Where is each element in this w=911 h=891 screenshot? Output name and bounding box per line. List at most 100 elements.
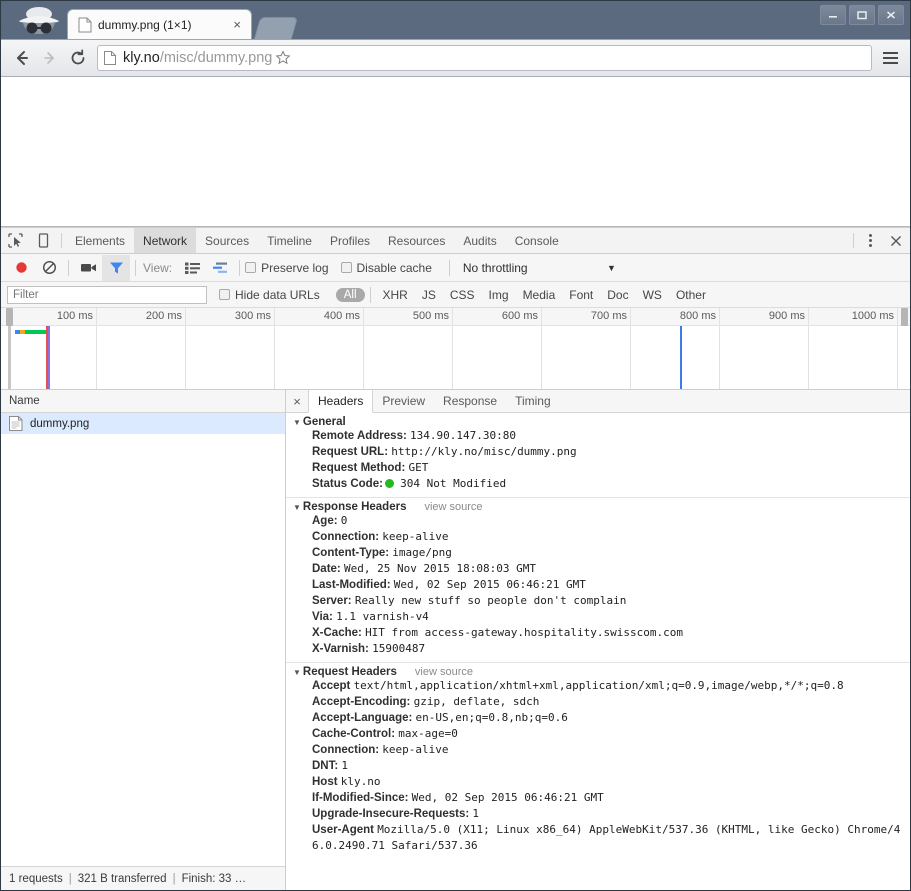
section-title-row[interactable]: ▼ Request Headers view source — [286, 666, 910, 678]
inspect-element-icon[interactable] — [1, 228, 29, 253]
record-button[interactable] — [7, 255, 35, 281]
devtools-tab-audits[interactable]: Audits — [454, 228, 505, 253]
devtools-close-icon[interactable] — [882, 228, 910, 253]
filter-type-media[interactable]: Media — [516, 288, 563, 302]
clear-button[interactable] — [35, 255, 63, 281]
network-overview-timeline[interactable]: 100 ms 200 ms 300 ms 400 ms 500 ms 600 m… — [1, 308, 910, 390]
status-sep-2: | — [172, 872, 176, 885]
collapse-triangle-icon[interactable]: ▼ — [293, 503, 301, 512]
capture-screenshots-camera-icon[interactable] — [74, 255, 102, 281]
header-row: Connection: keep-alive — [286, 742, 910, 758]
filter-funnel-icon[interactable] — [102, 254, 130, 281]
reload-button[interactable] — [65, 45, 91, 71]
header-row: Last-Modified: Wed, 02 Sep 2015 06:46:21… — [286, 577, 910, 593]
header-value: max-age=0 — [398, 727, 458, 740]
tab-close-icon[interactable]: × — [229, 18, 245, 31]
headers-section-response: ▼ Response Headers view source Age: 0 Con… — [286, 498, 910, 663]
filter-type-js[interactable]: JS — [415, 288, 443, 302]
header-row: Request Method: GET — [286, 460, 910, 476]
devtools-tab-timeline[interactable]: Timeline — [258, 228, 321, 253]
network-status-bar: 1 requests | 321 B transferred | Finish:… — [1, 866, 285, 890]
filter-divider — [369, 286, 371, 303]
tab-favicon-document-icon — [78, 17, 92, 33]
filter-type-all[interactable]: All — [335, 287, 365, 302]
header-value: Wed, 02 Sep 2015 06:46:21 GMT — [393, 578, 586, 591]
overview-request-bar-download — [25, 330, 46, 334]
header-row: Via: 1.1 varnish-v4 — [286, 609, 910, 625]
browser-tab[interactable]: dummy.png (1×1) × — [67, 9, 252, 39]
overview-window-handle-left[interactable] — [6, 308, 13, 326]
filter-type-xhr[interactable]: XHR — [376, 288, 415, 302]
request-row[interactable]: dummy.png — [1, 413, 285, 434]
devtools-tab-network[interactable]: Network — [134, 228, 197, 253]
view-list-icon[interactable] — [178, 255, 206, 281]
header-row: DNT: 1 — [286, 758, 910, 774]
page-viewport — [1, 77, 910, 227]
overview-window-handle-right[interactable] — [901, 308, 908, 326]
toolbar-divider — [61, 233, 62, 248]
header-row: Remote Address: 134.90.147.30:80 — [286, 428, 910, 444]
preserve-log-checkbox[interactable]: Preserve log — [245, 260, 329, 275]
overview-tick-label: 900 ms — [768, 310, 805, 322]
header-value: image/png — [392, 546, 452, 559]
devtools-tab-profiles[interactable]: Profiles — [321, 228, 379, 253]
header-name: If-Modified-Since: — [312, 792, 409, 804]
devtools-tab-console[interactable]: Console — [506, 228, 568, 253]
section-title-row[interactable]: ▼ Response Headers view source — [286, 501, 910, 513]
hide-data-urls-checkbox[interactable]: Hide data URLs — [219, 288, 320, 302]
header-row: Accept text/html,application/xhtml+xml,a… — [286, 678, 910, 694]
header-row: Date: Wed, 25 Nov 2015 18:08:03 GMT — [286, 561, 910, 577]
header-row: Status Code: 304 Not Modified — [286, 476, 910, 492]
collapse-triangle-icon[interactable]: ▼ — [293, 418, 301, 427]
collapse-triangle-icon[interactable]: ▼ — [293, 668, 301, 677]
address-bar[interactable]: kly.no/misc/dummy.png — [97, 45, 872, 71]
filter-input[interactable] — [7, 285, 207, 304]
headers-body: ▼ General Remote Address: 134.90.147.30:8… — [286, 413, 910, 890]
device-toolbar-icon[interactable] — [29, 228, 57, 253]
preserve-log-label: Preserve log — [261, 260, 329, 275]
filter-type-ws[interactable]: WS — [636, 288, 669, 302]
filter-type-font[interactable]: Font — [562, 288, 600, 302]
header-name: Content-Type: — [312, 547, 390, 559]
chrome-menu-button[interactable] — [878, 52, 902, 64]
details-tab-preview[interactable]: Preview — [373, 390, 434, 412]
filter-type-other[interactable]: Other — [669, 288, 713, 302]
header-row: Server: Really new stuff so people don't… — [286, 593, 910, 609]
view-waterfall-icon[interactable] — [206, 255, 234, 281]
section-title-row[interactable]: ▼ General — [286, 416, 910, 428]
control-divider-1 — [68, 259, 69, 276]
maximize-button[interactable] — [849, 5, 875, 25]
header-value: Mozilla/5.0 (X11; Linux x86_64) AppleWeb… — [312, 823, 901, 852]
devtools-tab-elements[interactable]: Elements — [66, 228, 134, 253]
details-tab-response[interactable]: Response — [434, 390, 506, 412]
header-value: 15900487 — [372, 642, 426, 655]
devtools-tab-resources[interactable]: Resources — [379, 228, 454, 253]
header-name: Request Method: — [312, 462, 406, 474]
header-name: Status Code: — [312, 478, 383, 490]
details-close-icon[interactable]: × — [286, 390, 308, 412]
filter-type-css[interactable]: CSS — [443, 288, 482, 302]
filter-type-img[interactable]: Img — [482, 288, 516, 302]
details-tab-timing[interactable]: Timing — [506, 390, 560, 412]
disable-cache-checkbox[interactable]: Disable cache — [340, 261, 432, 275]
view-source-link[interactable]: view source — [415, 666, 473, 678]
overview-window-edge-left[interactable] — [8, 326, 11, 389]
bookmark-star-icon[interactable] — [272, 50, 294, 66]
view-source-link[interactable]: view source — [424, 501, 482, 513]
devtools-more-options-icon[interactable] — [858, 228, 882, 253]
close-button[interactable] — [878, 5, 904, 25]
new-tab-button[interactable] — [253, 17, 299, 39]
header-name: Age: — [312, 515, 338, 527]
header-name: Server: — [312, 595, 352, 607]
header-row: Age: 0 — [286, 513, 910, 529]
filter-type-doc[interactable]: Doc — [600, 288, 635, 302]
header-row: Connection: keep-alive — [286, 529, 910, 545]
request-list[interactable]: dummy.png — [1, 413, 285, 866]
details-tab-headers[interactable]: Headers — [308, 390, 374, 413]
forward-button — [37, 45, 63, 71]
devtools-tab-sources[interactable]: Sources — [196, 228, 258, 253]
back-button[interactable] — [9, 45, 35, 71]
throttling-dropdown[interactable]: No throttling ▼ — [459, 257, 624, 279]
url-path: /misc/dummy.png — [159, 50, 273, 66]
minimize-button[interactable] — [820, 5, 846, 25]
